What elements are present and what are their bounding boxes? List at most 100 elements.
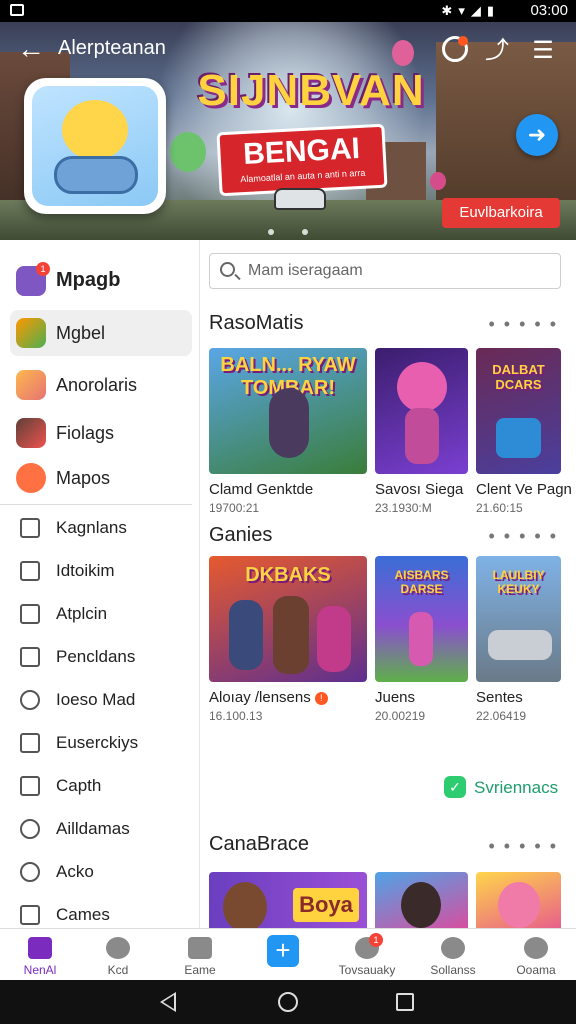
game-meta: 16.100.13 — [209, 709, 263, 723]
sidebar-app-anorolaris[interactable]: Anorolaris — [10, 362, 192, 408]
badge: 1 — [369, 933, 383, 947]
balloon-decoration — [430, 172, 446, 190]
system-home-icon[interactable] — [278, 992, 298, 1012]
add-icon: + — [267, 935, 299, 967]
character-figure — [223, 882, 267, 928]
app-icon-art — [32, 86, 158, 206]
game-title-art: SIJNBVAN — [197, 66, 425, 115]
sidebar-item-atplcin[interactable]: Atplcin — [0, 594, 192, 634]
hero-banner[interactable]: ← Alerpteanan ⤴ ☰ SIJNBVAN BENGAI Alamoa… — [0, 22, 576, 240]
sidebar-item-ailldamas[interactable]: Ailldamas — [0, 809, 192, 849]
account-icon — [524, 937, 548, 959]
minus-box-icon — [20, 604, 40, 624]
hero-pager[interactable] — [268, 222, 336, 240]
share-icon[interactable]: ⤴ — [482, 36, 512, 66]
nav-label: Eame — [184, 963, 216, 977]
game-thumbnail — [375, 348, 468, 474]
game-name-text: Aloıay /lensens — [209, 689, 311, 706]
sidebar-app-label: Anorolaris — [56, 375, 138, 395]
sidebar-item-label: Idtoikim — [56, 561, 115, 580]
sidebar-item-idtoikim[interactable]: Idtoikim — [0, 551, 192, 591]
search-box[interactable] — [209, 253, 561, 289]
sidebar-divider — [0, 504, 192, 505]
game-thumbnail[interactable]: Boya — [209, 872, 367, 928]
chat-check-icon: ✓ — [444, 776, 466, 798]
bell-icon — [20, 819, 40, 839]
person-icon — [441, 937, 465, 959]
character-figure — [405, 408, 439, 464]
sidebar-item-label: Acko — [56, 862, 94, 881]
globe-icon: 1 — [355, 933, 383, 959]
section-title: CanaBrace — [209, 833, 310, 855]
sidebar-item-label: Kagnlans — [56, 518, 127, 537]
sidebar-item-acko[interactable]: Acko — [0, 852, 192, 892]
game-name: Juens — [375, 689, 416, 706]
sidebar-item-kagnlans[interactable]: Kagnlans — [0, 508, 192, 548]
pager-dot[interactable] — [302, 229, 308, 235]
game-thumbnail: BALN... RYAW TOMBAR! — [209, 348, 367, 474]
game-thumbnail: DKBAKS — [209, 556, 367, 682]
game-name: Savosı Siega — [375, 481, 464, 498]
status-bar: ✱▾◢▮ 03:00 — [0, 0, 576, 22]
thumbnail-art-text: Boya — [293, 888, 359, 922]
status-icons: ✱▾◢▮ — [441, 3, 500, 18]
navigate-fab-icon[interactable]: ➜ — [516, 114, 558, 156]
sidebar-app-label: Mgbel — [56, 323, 106, 343]
page-title: Alerpteanan — [58, 37, 166, 59]
sidebar-item-label: Cames — [56, 905, 110, 924]
game-thumbnail: LAULBIY KEUKY — [476, 556, 561, 682]
app-icon — [16, 418, 46, 448]
character-figure — [397, 362, 447, 412]
nav-add-button[interactable]: + — [243, 929, 323, 981]
nav-home[interactable]: NenAl — [0, 929, 80, 981]
sidebar-app-label: Mpagb — [56, 269, 121, 291]
refresh-icon[interactable] — [442, 36, 468, 62]
menu-icon[interactable]: ☰ — [528, 36, 558, 66]
sidebar-item-pencldans[interactable]: Pencldans — [0, 637, 192, 677]
cta-button[interactable]: Euvlbarkoira — [442, 198, 560, 228]
sidebar-app-mapos[interactable]: Mapos — [10, 455, 192, 501]
character-figure — [273, 596, 309, 674]
game-thumbnail[interactable] — [375, 872, 468, 928]
help-icon — [106, 937, 130, 959]
sidebar-app-mgbel[interactable]: Mgbel — [10, 310, 192, 356]
game-meta: 23.1930:M — [375, 501, 432, 515]
balloon-decoration — [392, 40, 414, 66]
pager-dot[interactable] — [268, 229, 274, 235]
sidebar-item-euserckiys[interactable]: Euserckiys — [0, 723, 192, 763]
nav-games[interactable]: Eame — [160, 929, 240, 981]
search-input[interactable] — [248, 258, 548, 284]
bottom-navigation: NenAl Kcd Eame + 1 Tovsauaky Sollanss Ooa… — [0, 928, 576, 980]
gamepad-icon — [54, 156, 138, 194]
badge: 1 — [36, 262, 50, 276]
app-icon: 1 — [16, 262, 50, 296]
nav-updates[interactable]: 1 Tovsauaky — [327, 929, 407, 981]
list-icon — [20, 518, 40, 538]
balloon-decoration — [170, 132, 206, 172]
nav-account[interactable]: Ooama — [496, 929, 576, 981]
back-arrow-icon[interactable]: ← — [16, 34, 46, 64]
more-options-icon[interactable]: • • • • • — [488, 836, 558, 857]
character-figure — [229, 600, 263, 670]
sidebar-app-mpagb[interactable]: 1 Mpagb — [10, 258, 192, 304]
more-options-icon[interactable]: • • • • • — [488, 526, 558, 547]
sidebar-app-fiolags[interactable]: Fiolags — [10, 410, 192, 456]
app-icon — [16, 318, 46, 348]
nav-label: Sollanss — [430, 963, 476, 977]
sidebar-item-ioeso-mad[interactable]: Ioeso Mad — [0, 680, 192, 720]
more-options-icon[interactable]: • • • • • — [488, 314, 558, 335]
system-recents-icon[interactable] — [396, 993, 414, 1011]
sidebar-item-label: Atplcin — [56, 604, 108, 623]
car-illustration — [274, 188, 326, 210]
character-figure — [317, 606, 351, 672]
mascot-face — [62, 100, 128, 160]
nav-profile[interactable]: Sollanss — [413, 929, 493, 981]
sidebar-item-capth[interactable]: Capth — [0, 766, 192, 806]
game-thumbnail[interactable] — [476, 872, 561, 928]
services-link-label: Svriennacs — [474, 778, 559, 797]
app-icon-tile[interactable] — [24, 78, 166, 214]
game-meta: 21.60:15 — [476, 501, 523, 515]
system-back-icon[interactable] — [160, 992, 176, 1012]
system-navigation-bar — [0, 980, 576, 1024]
nav-help[interactable]: Kcd — [78, 929, 158, 981]
